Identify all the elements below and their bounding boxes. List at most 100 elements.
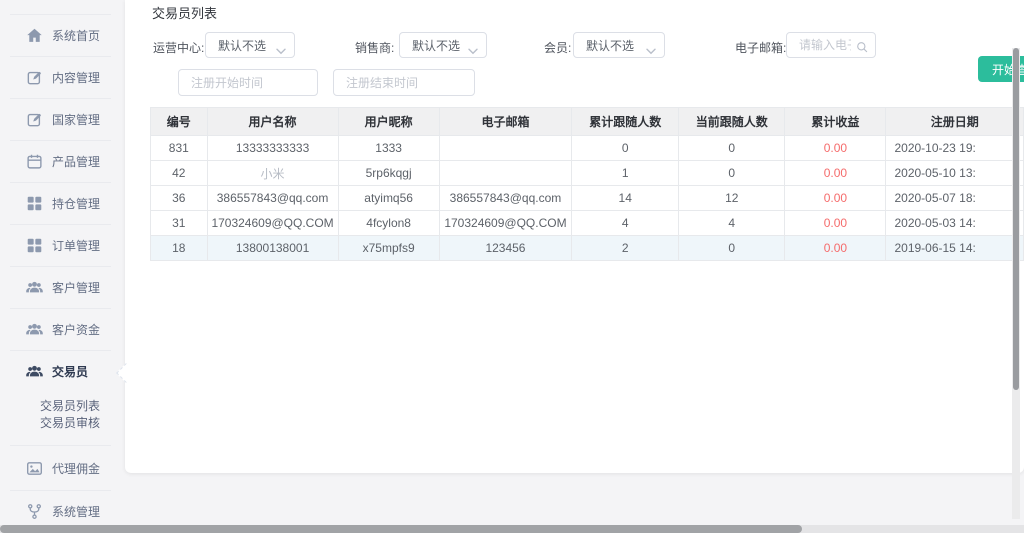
horizontal-scrollbar-thumb[interactable]: [0, 525, 802, 533]
grid-icon: [26, 237, 43, 254]
vertical-scrollbar-thumb[interactable]: [1013, 48, 1019, 390]
grid-icon: [26, 195, 43, 212]
cell-reg_date: 2020-05-03 14:: [886, 211, 1024, 236]
home-icon: [26, 27, 43, 44]
sidebar-item-trader[interactable]: 交易员: [10, 350, 111, 392]
sidebar-item-customer-funds[interactable]: 客户资金: [10, 308, 111, 350]
sidebar-subitem-trader-audit[interactable]: 交易员审核: [40, 415, 111, 432]
cell-email: [439, 136, 572, 161]
sidebar-item-position[interactable]: 持仓管理: [10, 182, 111, 224]
column-header: 用户昵称: [338, 108, 439, 136]
operation-center-label: 运营中心:: [153, 39, 204, 56]
cell-nick: 5rp6kqgj: [338, 161, 439, 186]
traders-table: 编号用户名称用户昵称电子邮箱累计跟随人数当前跟随人数累计收益注册日期 83113…: [150, 107, 1024, 261]
edit-icon: [26, 111, 43, 128]
cell-email: [439, 161, 572, 186]
sidebar-main-items: 系统首页内容管理国家管理产品管理持仓管理订单管理客户管理客户资金交易员: [0, 14, 125, 392]
cell-email: 123456: [439, 236, 572, 261]
table-row[interactable]: 31170324609@QQ.COM4fcylon8170324609@QQ.C…: [151, 211, 1024, 236]
cell-follow_total: 14: [572, 186, 679, 211]
cell-name: 170324609@QQ.COM: [207, 211, 338, 236]
register-start-inputbox: [178, 69, 318, 96]
table-row[interactable]: 36386557843@qq.comatyimq56386557843@qq.c…: [151, 186, 1024, 211]
cell-email: 170324609@QQ.COM: [439, 211, 572, 236]
sidebar-item-country[interactable]: 国家管理: [10, 98, 111, 140]
cell-nick: 4fcylon8: [338, 211, 439, 236]
sidebar-item-label: 客户资金: [52, 321, 100, 338]
sidebar-item-label: 内容管理: [52, 69, 100, 86]
cell-id: 831: [151, 136, 208, 161]
seller-value: 默认不选: [412, 37, 460, 54]
cell-reg_date: 2019-06-15 14:: [886, 236, 1024, 261]
cell-name: 386557843@qq.com: [207, 186, 338, 211]
table-row[interactable]: 1813800138001x75mpfs9123456200.002019-06…: [151, 236, 1024, 261]
cell-name: 13800138001: [207, 236, 338, 261]
cell-reg_date: 2020-10-23 19:: [886, 136, 1024, 161]
table-row[interactable]: 831133333333331333000.002020-10-23 19:: [151, 136, 1024, 161]
operation-center-value: 默认不选: [218, 37, 266, 54]
sidebar-item-label: 系统首页: [52, 27, 100, 44]
page-title: 交易员列表: [152, 3, 217, 22]
cell-nick: 1333: [338, 136, 439, 161]
cell-nick: x75mpfs9: [338, 236, 439, 261]
cell-follow_current: 0: [679, 161, 785, 186]
sidebar-item-customer[interactable]: 客户管理: [10, 266, 111, 308]
cell-follow_total: 1: [572, 161, 679, 186]
sidebar-item-order[interactable]: 订单管理: [10, 224, 111, 266]
operation-center-select[interactable]: 默认不选: [205, 32, 295, 58]
sidebar-item-product[interactable]: 产品管理: [10, 140, 111, 182]
cell-profit: 0.00: [785, 236, 886, 261]
cell-follow_total: 2: [572, 236, 679, 261]
cell-follow_current: 0: [679, 236, 785, 261]
sidebar-item-content[interactable]: 内容管理: [10, 56, 111, 98]
edit-icon: [26, 69, 43, 86]
sidebar-item-agent-commission[interactable]: 代理佣金: [10, 446, 111, 490]
table-row[interactable]: 42小米5rp6kqgj100.002020-05-10 13:: [151, 161, 1024, 186]
search-icon: [856, 40, 868, 52]
cell-profit: 0.00: [785, 211, 886, 236]
register-start-input[interactable]: [179, 70, 317, 95]
member-label: 会员:: [544, 39, 571, 56]
sidebar-item-label: 客户管理: [52, 279, 100, 296]
column-header: 累计跟随人数: [572, 108, 679, 136]
chevron-down-icon: [468, 42, 478, 49]
column-header: 注册日期: [886, 108, 1024, 136]
trader-admin-page: 系统首页内容管理国家管理产品管理持仓管理订单管理客户管理客户资金交易员 交易员列…: [0, 0, 1024, 533]
member-select[interactable]: 默认不选: [573, 32, 665, 58]
cell-name: 小米: [207, 161, 338, 186]
sidebar-item-home[interactable]: 系统首页: [10, 14, 111, 56]
register-end-inputbox: [333, 69, 475, 96]
cell-follow_current: 0: [679, 136, 785, 161]
sidebar-item-label: 代理佣金: [52, 460, 100, 477]
cell-email: 386557843@qq.com: [439, 186, 572, 211]
chevron-down-icon: [646, 42, 656, 49]
cell-profit: 0.00: [785, 186, 886, 211]
column-header: 当前跟随人数: [679, 108, 785, 136]
cell-id: 31: [151, 211, 208, 236]
seller-label: 销售商:: [355, 39, 394, 56]
sidebar-item-label: 国家管理: [52, 111, 100, 128]
cell-id: 42: [151, 161, 208, 186]
cell-follow_total: 4: [572, 211, 679, 236]
cell-follow_current: 4: [679, 211, 785, 236]
column-header: 电子邮箱: [439, 108, 572, 136]
sidebar-subitem-trader-list[interactable]: 交易员列表: [40, 398, 111, 415]
register-end-input[interactable]: [334, 70, 474, 95]
branch-icon: [26, 503, 43, 520]
users-icon: [26, 363, 43, 380]
cell-profit: 0.00: [785, 161, 886, 186]
chevron-down-icon: [276, 42, 286, 49]
users-icon: [26, 321, 43, 338]
cell-follow_current: 12: [679, 186, 785, 211]
sidebar-item-label: 产品管理: [52, 153, 100, 170]
cell-id: 18: [151, 236, 208, 261]
image-icon: [26, 460, 43, 477]
sidebar-item-label: 交易员: [52, 363, 88, 380]
users-icon: [26, 279, 43, 296]
seller-select[interactable]: 默认不选: [399, 32, 487, 58]
cell-name: 13333333333: [207, 136, 338, 161]
sidebar-bottom-items: 代理佣金系统管理: [0, 446, 125, 532]
column-header: 编号: [151, 108, 208, 136]
column-header: 用户名称: [207, 108, 338, 136]
cell-reg_date: 2020-05-07 18:: [886, 186, 1024, 211]
